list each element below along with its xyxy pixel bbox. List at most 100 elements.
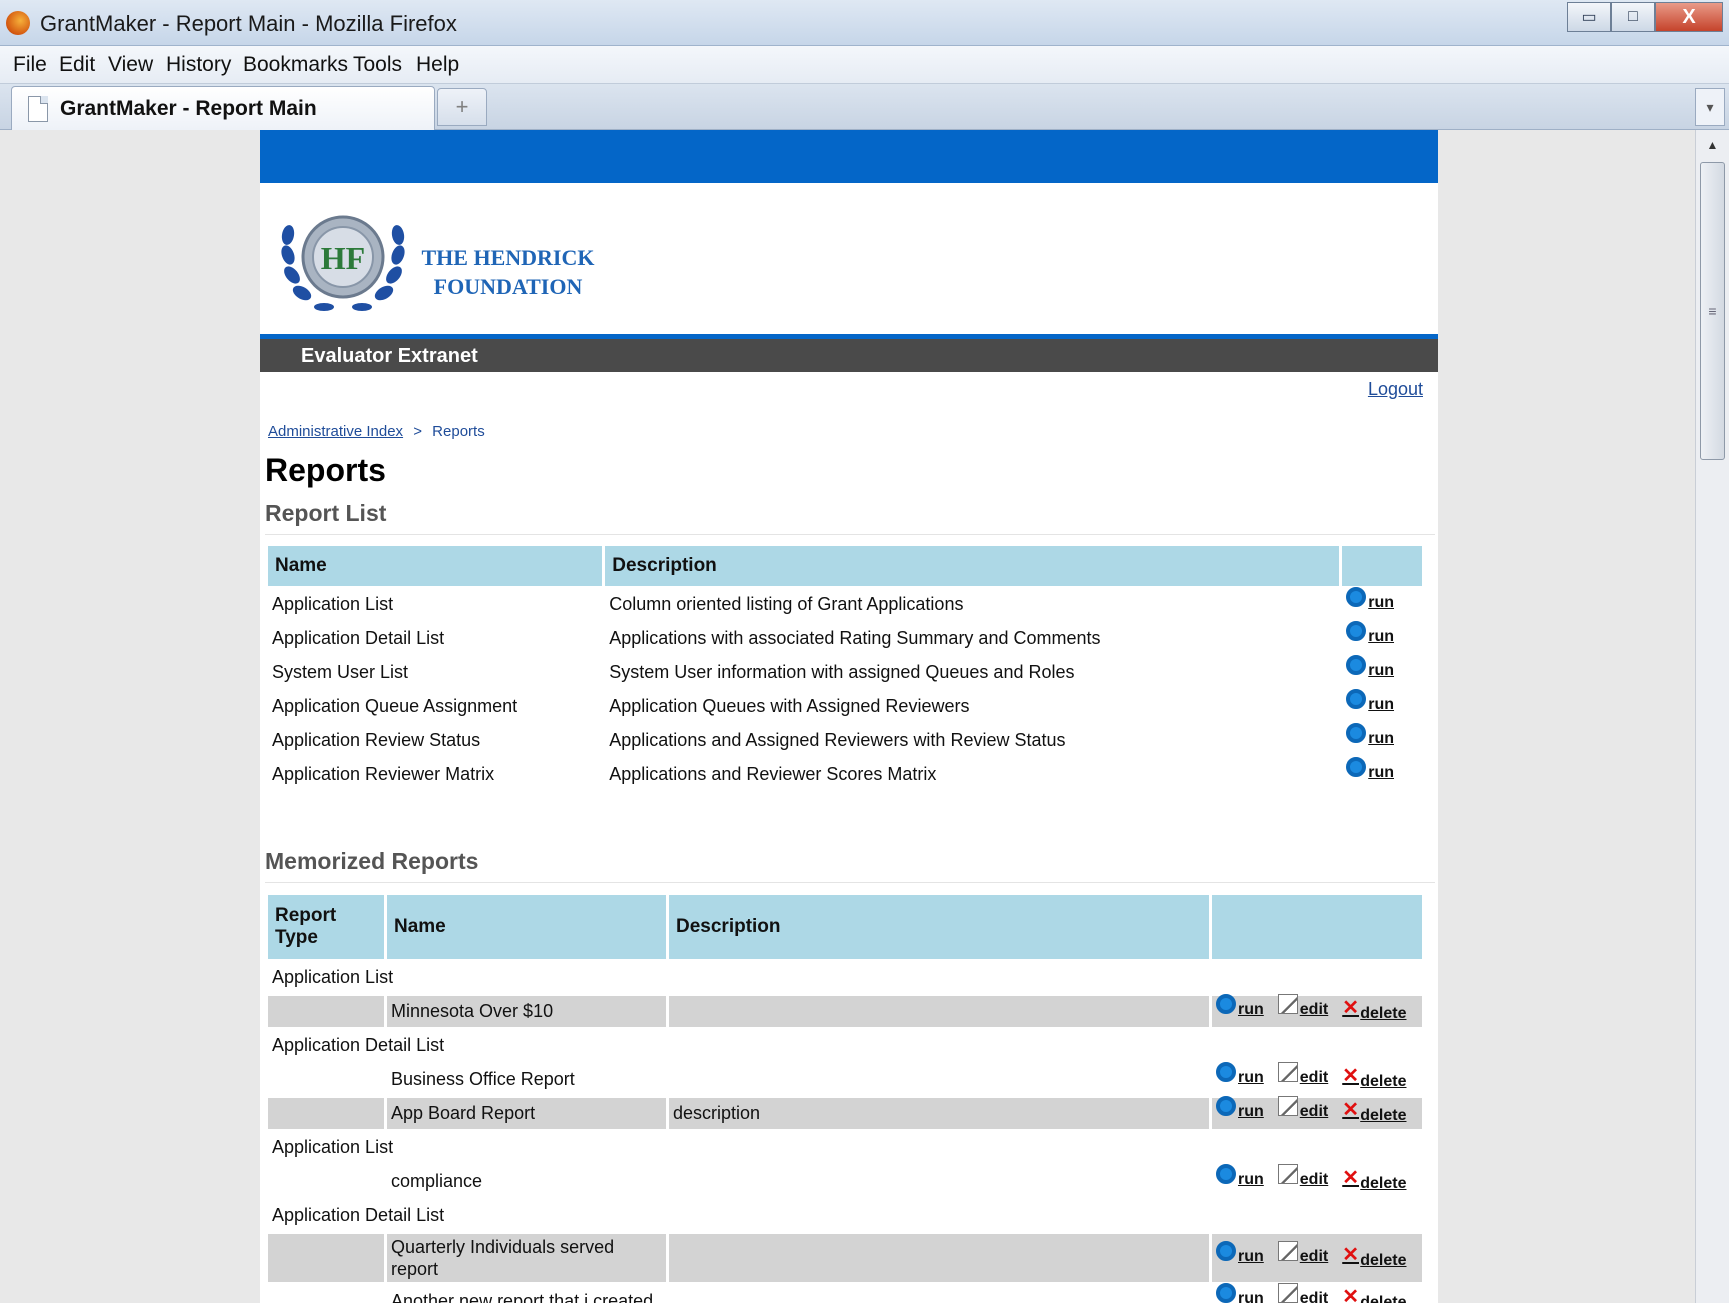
memorized-actions: run edit ✕ delete: [1212, 1096, 1422, 1129]
run-icon: [1216, 994, 1236, 1014]
run-icon: [1216, 1240, 1236, 1261]
delete-link[interactable]: ✕ delete: [1342, 1066, 1407, 1091]
menu-edit[interactable]: Edit: [59, 53, 95, 77]
edit-link[interactable]: edit: [1277, 1164, 1328, 1189]
run-link[interactable]: run: [1346, 757, 1394, 782]
delete-link[interactable]: ✕ delete: [1342, 1245, 1407, 1270]
browser-viewport: HF THE HENDRICK FOUNDATION Evaluator Ext…: [0, 130, 1695, 1303]
run-label: run: [1368, 730, 1395, 747]
memorized-reports-table: Report Type Name Description Application…: [265, 892, 1425, 1303]
edit-link[interactable]: edit: [1277, 1062, 1329, 1087]
run-icon: [1346, 587, 1367, 607]
type-spacer-cell: [268, 1064, 384, 1095]
logout-link[interactable]: Logout: [1368, 379, 1423, 400]
report-type-label: Application Detail List: [272, 1035, 445, 1055]
edit-link[interactable]: edit: [1277, 1096, 1329, 1121]
menu-history[interactable]: History: [166, 53, 231, 77]
report-actions: run: [1342, 689, 1422, 722]
report-type-label: Application List: [272, 1137, 394, 1157]
tab-list-button[interactable]: ▾: [1695, 88, 1725, 126]
delete-link[interactable]: ✕ delete: [1342, 1100, 1406, 1125]
minimize-button[interactable]: ▭: [1567, 2, 1611, 32]
scrollbar-thumb[interactable]: ≡: [1700, 162, 1725, 460]
run-link[interactable]: run: [1216, 1096, 1264, 1121]
delete-link[interactable]: ✕ delete: [1342, 1168, 1407, 1193]
memorized-reports-rule: [265, 882, 1435, 883]
run-link[interactable]: run: [1346, 621, 1394, 646]
table-row: System User List System User information …: [268, 655, 1422, 688]
table-row: Application Review Status Applications an…: [268, 723, 1422, 756]
breadcrumb-admin-index-link[interactable]: Administrative Index: [268, 423, 403, 440]
edit-icon: [1277, 1240, 1298, 1261]
report-name: Application Queue Assignment: [272, 696, 518, 716]
delete-link[interactable]: ✕ delete: [1342, 1287, 1406, 1303]
edit-icon: [1277, 994, 1298, 1014]
report-description: Applications and Assigned Reviewers with…: [609, 730, 1066, 750]
run-link[interactable]: run: [1346, 723, 1395, 748]
nav-band: Evaluator Extranet: [260, 334, 1438, 372]
menu-bookmarks[interactable]: Bookmarks: [243, 53, 348, 77]
edit-icon: [1277, 1096, 1298, 1116]
top-blue-band: [260, 130, 1438, 183]
run-label: run: [1238, 1290, 1264, 1303]
memorized-description: description: [669, 1098, 1209, 1129]
memorized-reports-title: Memorized Reports: [265, 848, 479, 874]
table-row: Application List Column oriented listing …: [268, 587, 1422, 620]
run-link[interactable]: run: [1216, 994, 1264, 1019]
run-icon: [1216, 1062, 1236, 1082]
run-link[interactable]: run: [1346, 689, 1394, 714]
run-link[interactable]: run: [1216, 1164, 1264, 1189]
run-label: run: [1238, 1069, 1264, 1086]
menu-file[interactable]: File: [13, 53, 47, 77]
new-tab-button[interactable]: +: [437, 88, 487, 126]
report-name: Application Detail List: [272, 628, 445, 648]
run-link[interactable]: run: [1346, 587, 1394, 612]
report-name: Application Reviewer Matrix: [272, 764, 495, 784]
run-link[interactable]: run: [1216, 1283, 1264, 1303]
run-icon: [1346, 689, 1367, 709]
memorized-description: [669, 1166, 1209, 1197]
table-row: Application Detail List Applications with…: [268, 621, 1422, 654]
report-description: Column oriented listing of Grant Applica…: [609, 594, 964, 614]
delete-label: delete: [1360, 1251, 1407, 1269]
menu-view[interactable]: View: [108, 53, 153, 77]
memorized-reports-body: Application List Minnesota Over $10 run edi…: [268, 962, 1422, 1303]
edit-label: edit: [1299, 1069, 1329, 1086]
col-name-header: Name: [268, 546, 603, 586]
type-spacer-cell: [268, 1098, 384, 1129]
tab-bar: GrantMaker - Report Main + ▾: [0, 84, 1729, 130]
run-label: run: [1238, 1103, 1264, 1120]
foundation-name-line1: THE HENDRICK: [421, 245, 595, 270]
report-type-group-row: Application List: [268, 1132, 1422, 1163]
run-link[interactable]: run: [1346, 655, 1394, 680]
close-button[interactable]: X: [1655, 2, 1723, 32]
delete-label: delete: [1360, 1073, 1407, 1090]
breadcrumb-separator: >: [413, 423, 422, 440]
edit-link[interactable]: edit: [1277, 994, 1329, 1019]
report-list-header-row: Name Description: [268, 546, 1422, 586]
table-row: Another new report that i created run edit…: [268, 1283, 1422, 1303]
report-description: Applications with associated Rating Summ…: [609, 628, 1101, 648]
restore-button[interactable]: □: [1611, 2, 1655, 32]
report-type-label: Application Detail List: [272, 1205, 445, 1225]
edit-label: edit: [1299, 1001, 1329, 1018]
menu-tools[interactable]: Tools: [353, 53, 402, 77]
scroll-up-arrow-icon[interactable]: ▲: [1696, 130, 1729, 160]
edit-link[interactable]: edit: [1277, 1283, 1328, 1303]
delete-icon: ✕: [1342, 997, 1359, 1019]
run-link[interactable]: run: [1216, 1062, 1264, 1087]
breadcrumb-current: Reports: [432, 423, 485, 440]
delete-link[interactable]: ✕ delete: [1342, 998, 1407, 1023]
report-actions: run: [1342, 655, 1422, 688]
delete-label: delete: [1360, 1175, 1407, 1192]
edit-label: edit: [1299, 1103, 1329, 1120]
edit-icon: [1277, 1062, 1298, 1082]
delete-label: delete: [1360, 1005, 1407, 1022]
table-row: compliance run edit ✕ delete: [268, 1164, 1422, 1197]
col-mem-name-header: Name: [387, 895, 666, 959]
run-link[interactable]: run: [1216, 1240, 1264, 1266]
vertical-scrollbar[interactable]: ▲ ≡: [1695, 130, 1729, 1303]
tab-report-main[interactable]: GrantMaker - Report Main: [11, 86, 435, 130]
menu-help[interactable]: Help: [416, 53, 459, 77]
edit-link[interactable]: edit: [1277, 1240, 1328, 1266]
